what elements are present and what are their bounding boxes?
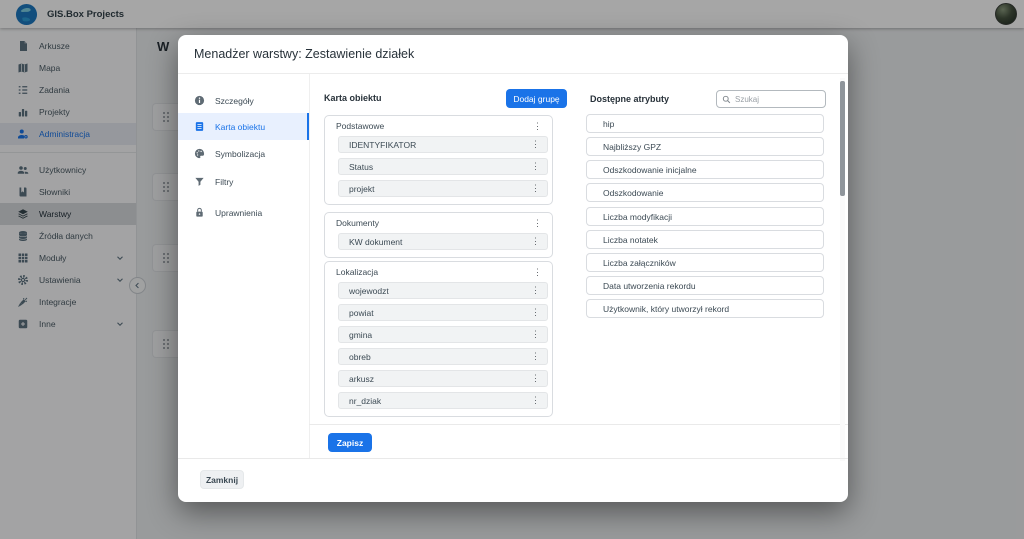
kebab-menu-icon[interactable]: ⋮ — [530, 267, 545, 278]
save-button[interactable]: Zapisz — [328, 433, 372, 452]
group-card-podstawowe: Podstawowe ⋮ IDENTYFIKATOR ⋮ Status ⋮ proj… — [324, 115, 553, 205]
attribute-item[interactable]: Liczba załączników — [586, 253, 824, 272]
tab-karta-obiektu[interactable]: Karta obiektu — [178, 113, 309, 140]
tab-label: Karta obiektu — [215, 122, 265, 132]
tab-label: Szczegóły — [215, 96, 254, 106]
field-label: projekt — [349, 184, 375, 194]
kebab-menu-icon[interactable]: ⋮ — [528, 183, 543, 194]
tab-szczegoly[interactable]: Szczegóły — [178, 87, 309, 114]
group-header: Dokumenty ⋮ — [325, 213, 552, 233]
field-row[interactable]: wojewodzt ⋮ — [338, 282, 548, 299]
field-row[interactable]: gmina ⋮ — [338, 326, 548, 343]
add-group-button[interactable]: Dodaj grupę — [506, 89, 567, 108]
kebab-menu-icon[interactable]: ⋮ — [528, 285, 543, 296]
kebab-menu-icon[interactable]: ⋮ — [528, 351, 543, 362]
group-header: Podstawowe ⋮ — [325, 116, 552, 136]
tab-filtry[interactable]: Filtry — [178, 168, 309, 195]
search-input[interactable] — [735, 95, 820, 104]
app-screen: GIS.Box Projects Arkusze Mapa Zadania Pr… — [0, 0, 1024, 539]
field-row[interactable]: projekt ⋮ — [338, 180, 548, 197]
field-label: powiat — [349, 308, 374, 318]
group-name: Lokalizacja — [336, 267, 378, 277]
attribute-item[interactable]: Najbliższy GPZ — [586, 137, 824, 156]
attribute-item[interactable]: Odszkodowanie — [586, 183, 824, 202]
layer-manager-modal: Menadżer warstwy: Zestawienie działek Sz… — [178, 35, 848, 502]
field-row[interactable]: nr_dziak ⋮ — [338, 392, 548, 409]
kebab-menu-icon[interactable]: ⋮ — [528, 139, 543, 150]
field-row[interactable]: Status ⋮ — [338, 158, 548, 175]
attribute-search — [716, 90, 826, 108]
kebab-menu-icon[interactable]: ⋮ — [528, 373, 543, 384]
kebab-menu-icon[interactable]: ⋮ — [528, 329, 543, 340]
attribute-item[interactable]: Data utworzenia rekordu — [586, 276, 824, 295]
tab-symbolizacja[interactable]: Symbolizacja — [178, 140, 309, 167]
group-card-lokalizacja: Lokalizacja ⋮ wojewodzt⋮ powiat⋮ gmina⋮ … — [324, 261, 553, 417]
document-lines-icon — [194, 121, 205, 132]
group-name: Dokumenty — [336, 218, 379, 228]
field-label: gmina — [349, 330, 372, 340]
field-label: Status — [349, 162, 373, 172]
header-divider — [178, 73, 848, 74]
content-divider — [309, 424, 848, 425]
tab-label: Symbolizacja — [215, 149, 265, 159]
kebab-menu-icon[interactable]: ⋮ — [528, 395, 543, 406]
close-button[interactable]: Zamknij — [200, 470, 244, 489]
field-row[interactable]: arkusz ⋮ — [338, 370, 548, 387]
field-row[interactable]: IDENTYFIKATOR ⋮ — [338, 136, 548, 153]
field-label: arkusz — [349, 374, 374, 384]
field-label: wojewodzt — [349, 286, 389, 296]
kebab-menu-icon[interactable]: ⋮ — [528, 236, 543, 247]
tabs-divider — [309, 74, 310, 458]
attribute-item[interactable]: Liczba notatek — [586, 230, 824, 249]
modal-title: Menadżer warstwy: Zestawienie działek — [194, 47, 414, 61]
field-label: nr_dziak — [349, 396, 381, 406]
palette-icon — [194, 148, 205, 159]
filter-icon — [194, 176, 205, 187]
field-row[interactable]: powiat ⋮ — [338, 304, 548, 321]
kebab-menu-icon[interactable]: ⋮ — [530, 121, 545, 132]
kebab-menu-icon[interactable]: ⋮ — [528, 307, 543, 318]
tab-label: Uprawnienia — [215, 208, 262, 218]
field-label: IDENTYFIKATOR — [349, 140, 416, 150]
modal-scrollbar-track — [840, 78, 845, 461]
kebab-menu-icon[interactable]: ⋮ — [528, 161, 543, 172]
info-icon — [194, 95, 205, 106]
field-row[interactable]: KW dokument ⋮ — [338, 233, 548, 250]
group-card-dokumenty: Dokumenty ⋮ KW dokument ⋮ — [324, 212, 553, 258]
attribute-item[interactable]: Liczba modyfikacji — [586, 207, 824, 226]
group-header: Lokalizacja ⋮ — [325, 262, 552, 282]
field-label: KW dokument — [349, 237, 402, 247]
footer-divider — [178, 458, 848, 459]
tab-uprawnienia[interactable]: Uprawnienia — [178, 199, 309, 226]
modal-scrollbar-thumb[interactable] — [840, 81, 845, 196]
kebab-menu-icon[interactable]: ⋮ — [530, 218, 545, 229]
card-section-heading: Karta obiektu — [324, 93, 382, 103]
group-name: Podstawowe — [336, 121, 384, 131]
lock-icon — [194, 207, 205, 218]
attributes-heading: Dostępne atrybuty — [590, 94, 669, 104]
attribute-item[interactable]: Użytkownik, który utworzył rekord — [586, 299, 824, 318]
tab-label: Filtry — [215, 177, 233, 187]
field-row[interactable]: obreb ⋮ — [338, 348, 548, 365]
search-icon — [722, 95, 731, 104]
field-label: obreb — [349, 352, 371, 362]
attribute-item[interactable]: Odszkodowanie inicjalne — [586, 160, 824, 179]
attribute-item[interactable]: hip — [586, 114, 824, 133]
